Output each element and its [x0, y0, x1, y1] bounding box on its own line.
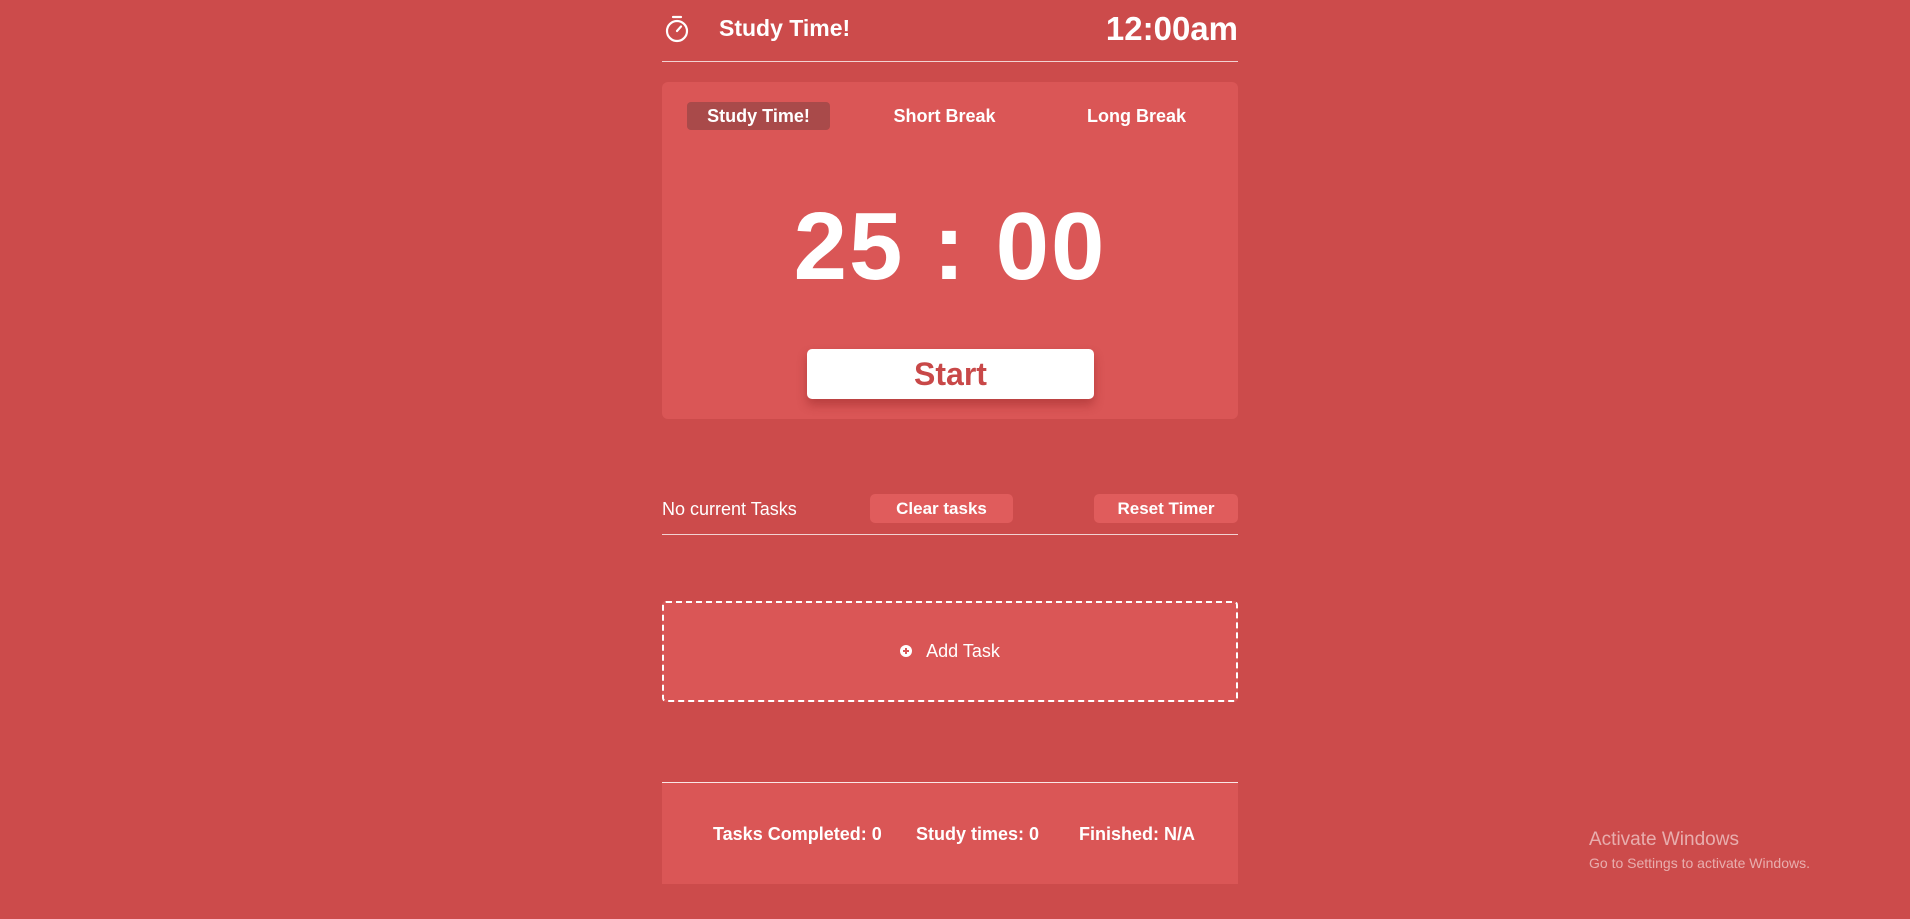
app: Study Time! 12:00am Study Time! Short Br… [662, 0, 1238, 884]
tab-study-time[interactable]: Study Time! [687, 102, 830, 130]
clock: 12:00am [1105, 10, 1238, 47]
add-task-label: Add Task [926, 641, 1000, 661]
stopwatch-icon [665, 15, 689, 43]
app-title: Study Time! [719, 15, 851, 41]
tasks-bar: No current Tasks Clear tasks Reset Timer [662, 494, 1238, 535]
stats-footer: Tasks Completed: 0 Study times: 0 Finish… [662, 782, 1238, 884]
header: Study Time! 12:00am [662, 0, 1238, 62]
stat-study-times: Study times: 0 [916, 824, 1040, 844]
activation-watermark: Activate Windows Go to Settings to activ… [1589, 829, 1810, 871]
watermark-title: Activate Windows [1589, 829, 1739, 850]
timer-card: Study Time! Short Break Long Break 25 : … [662, 82, 1238, 419]
stat-tasks-completed: Tasks Completed: 0 [713, 824, 882, 844]
start-button[interactable]: Start [807, 349, 1094, 399]
tab-short-break[interactable]: Short Break [873, 102, 1016, 130]
clear-tasks-button[interactable]: Clear tasks [870, 494, 1013, 523]
tab-long-break[interactable]: Long Break [1065, 102, 1208, 130]
reset-timer-button[interactable]: Reset Timer [1094, 494, 1238, 523]
watermark-subtitle: Go to Settings to activate Windows. [1589, 855, 1810, 871]
add-task-button[interactable]: Add Task [662, 601, 1238, 702]
timer-display: 25 : 00 [793, 193, 1107, 300]
plus-circle-icon [900, 644, 913, 657]
add-task-content: Add Task [664, 641, 1236, 662]
stat-finished: Finished: N/A [1079, 824, 1195, 844]
tasks-status: No current Tasks [662, 499, 797, 519]
